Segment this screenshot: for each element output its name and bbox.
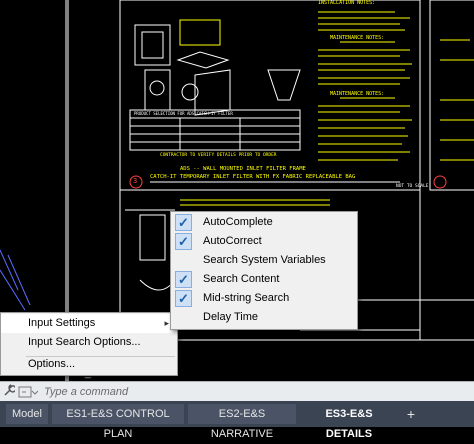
add-layout-tab-button[interactable]: + [400,404,422,424]
menu-item-mid-string-search[interactable]: ✓ Mid-string Search [171,289,357,308]
menu-item-options[interactable]: Options... [1,355,177,374]
submenu-arrow-icon: ▸ [164,318,169,328]
drawing-title-line-1: ADS -- WALL MOUNTED INLET FILTER FRAME [180,166,306,172]
drawing-title-line-2: CATCH-IT TEMPORARY INLET FILTER WITH FX … [150,174,356,180]
menu-item-search-content[interactable]: ✓ Search Content [171,270,357,289]
menu-item-label: Mid-string Search [203,292,290,304]
command-line-bar [0,381,474,402]
input-settings-submenu: ✓ AutoComplete ✓ AutoCorrect Search Syst… [170,211,358,330]
menu-item-delay-time[interactable]: Delay Time [171,308,357,327]
contractor-note: CONTRACTOR TO VERIFY DETAILS PRIOR TO OR… [160,153,277,158]
layout-tab-bar: Model ES1-E&S CONTROL PLAN ES2-E&S NARRA… [0,401,474,440]
menu-item-label: Input Settings [28,317,96,329]
menu-item-input-search-options[interactable]: Input Search Options... [1,333,177,352]
menu-item-label: AutoCorrect [203,235,262,247]
command-input[interactable] [44,384,464,400]
not-to-scale-label: NOT TO SCALE [396,184,429,189]
tab-es2-narrative[interactable]: ES2-E&S NARRATIVE [188,404,296,440]
detail-bubble-number: 3 [133,177,138,185]
checkmark-icon: ✓ [175,290,192,307]
tab-model[interactable]: Model [6,404,48,424]
checkmark-icon: ✓ [175,214,192,231]
product-table-header: PRODUCT SELECTION FOR ADS CATCH-IT FILTE… [134,111,233,116]
checkmark-icon: ✓ [175,233,192,250]
checkmark-icon: ✓ [175,271,192,288]
maint-notes-header: MAINTENANCE NOTES: [330,35,385,41]
menu-item-label: AutoComplete [203,216,273,228]
menu-item-search-system-variables[interactable]: Search System Variables [171,251,357,270]
menu-item-autocomplete[interactable]: ✓ AutoComplete [171,213,357,232]
customize-wrench-icon[interactable] [3,383,17,400]
tab-es1-control-plan[interactable]: ES1-E&S CONTROL PLAN [52,404,184,440]
tab-es3-details[interactable]: ES3-E&S DETAILS [300,404,398,440]
menu-item-autocorrect[interactable]: ✓ AutoCorrect [171,232,357,251]
install-notes-header: INSTALLATION NOTES: [318,0,376,6]
menu-item-label: Delay Time [203,311,259,323]
maint-notes-header-2: MAINTENANCE NOTES: [330,91,385,97]
command-line-context-menu: Input Settings ▸ Input Search Options...… [0,312,178,376]
menu-item-label: Input Search Options... [28,336,141,348]
menu-item-label: Search Content [203,273,280,285]
menu-item-input-settings[interactable]: Input Settings ▸ [1,314,177,333]
menu-item-label: Options... [28,358,76,370]
command-prompt-icon[interactable] [18,385,39,399]
menu-item-label: Search System Variables [203,254,326,266]
